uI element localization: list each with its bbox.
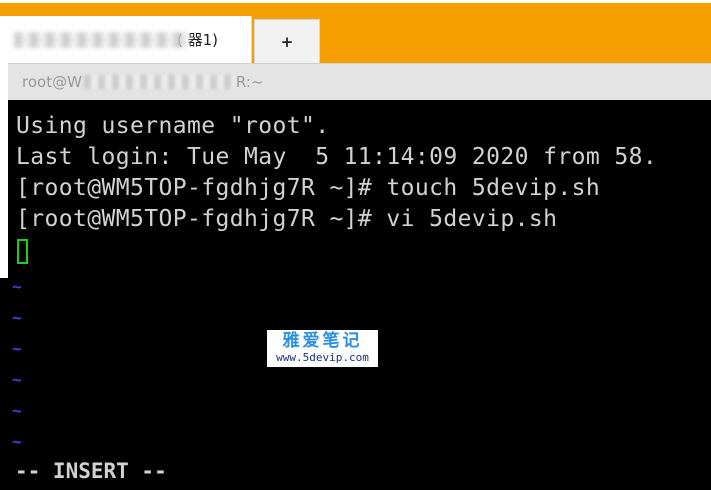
tab-bar: ( 器1) + — [0, 0, 711, 63]
text-cursor — [17, 239, 28, 264]
site-watermark: 雅爱笔记 www.5devip.com — [267, 330, 378, 367]
tab-title-redacted — [14, 31, 189, 48]
watermark-url: www.5devip.com — [276, 351, 369, 364]
terminal-line: Using username "root". — [16, 113, 330, 139]
terminal-line: [root@WM5TOP-fgdhjg7R ~]# touch 5devip.s… — [16, 175, 601, 201]
new-tab-button[interactable]: + — [254, 19, 320, 63]
vi-empty-line-marker: ~ — [12, 432, 22, 451]
watermark-title: 雅爱笔记 — [282, 331, 363, 351]
vi-empty-line-marker: ~ — [12, 370, 22, 389]
vi-mode-status: -- INSERT -- — [15, 459, 167, 483]
vi-empty-line-marker: ~ — [12, 308, 22, 327]
vi-empty-line-marker: ~ — [12, 401, 22, 420]
vi-empty-line-marker: ~ — [12, 339, 22, 358]
tab-session[interactable]: ( 器1) — [0, 16, 252, 63]
vi-empty-line-marker: ~ — [12, 277, 22, 296]
window-title-suffix: R:~ — [235, 73, 264, 91]
terminal-pane[interactable]: Using username "root". Last login: Tue M… — [8, 100, 711, 490]
terminal-line: [root@WM5TOP-fgdhjg7R ~]# vi 5devip.sh — [16, 206, 558, 232]
window-title-prefix: root@W — [22, 73, 82, 91]
terminal-line: Last login: Tue May 5 11:14:09 2020 from… — [16, 144, 658, 170]
window-title-bar: root@W R:~ — [8, 63, 711, 100]
tab-bar-top-border — [0, 0, 711, 3]
window-title-redacted — [83, 75, 234, 89]
window-left-margin — [0, 63, 8, 278]
terminal-left-edge — [0, 278, 8, 490]
